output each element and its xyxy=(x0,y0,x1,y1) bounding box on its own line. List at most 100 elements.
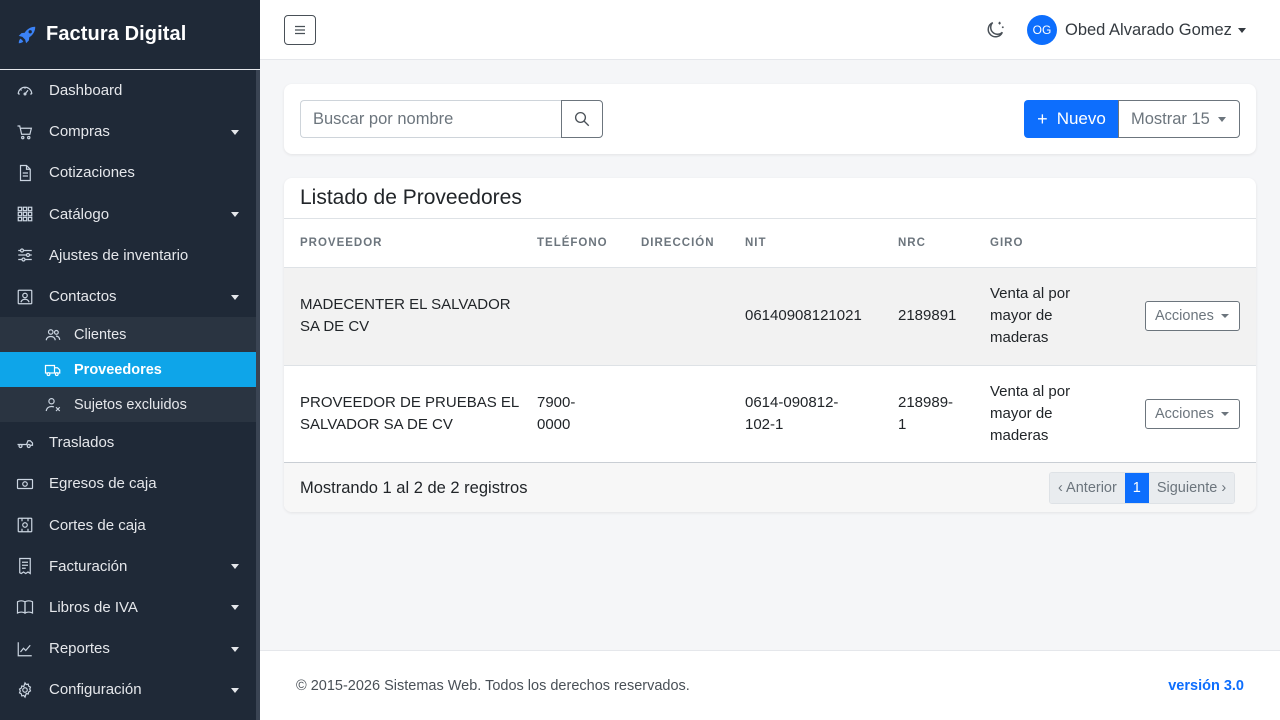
sidebar-item-cortes-caja[interactable]: Cortes de caja xyxy=(0,505,256,546)
cell-text: mayor de xyxy=(990,307,1053,324)
actions-label: Acciones xyxy=(1155,406,1214,422)
search-input[interactable] xyxy=(300,100,562,138)
sidebar-item-label: Ajustes de inventario xyxy=(49,246,189,264)
chevron-down-icon xyxy=(1237,27,1246,33)
moon-icon[interactable] xyxy=(984,19,1006,41)
brand[interactable]: Factura Digital xyxy=(0,0,260,70)
sidebar-item-label: Compras xyxy=(49,123,110,141)
cell-text: 2189891 xyxy=(898,307,957,324)
sidebar-item-label: Traslados xyxy=(49,434,115,452)
column-header-telefono[interactable]: TELÉFONO xyxy=(537,237,608,249)
cell-text: SA DE CV xyxy=(300,318,370,335)
receipt-icon xyxy=(16,557,34,575)
sidebar-item-label: Libros de IVA xyxy=(49,598,138,616)
column-header-nrc[interactable]: NRC xyxy=(898,237,926,249)
sidebar-item-label: Egresos de caja xyxy=(49,475,157,493)
cell-text: Venta al por xyxy=(990,383,1071,400)
sidebar-menu: Dashboard Compras Cotizaciones Catálogo xyxy=(0,70,256,710)
cell-text: maderas xyxy=(990,329,1049,346)
topbar: OG Obed Alvarado Gomez xyxy=(260,0,1280,60)
sidebar-subitem-sujetos-excluidos[interactable]: Sujetos excluidos xyxy=(0,387,256,422)
app-title: Factura Digital xyxy=(46,23,187,45)
person-x-icon xyxy=(44,396,62,414)
user-menu[interactable]: OG Obed Alvarado Gomez xyxy=(1027,15,1246,45)
cell-text: PROVEEDOR DE PRUEBAS EL xyxy=(300,394,520,411)
sidebar-item-facturacion[interactable]: Facturación xyxy=(0,546,256,587)
sidebar-item-label: Contactos xyxy=(49,288,117,306)
chart-icon xyxy=(16,640,34,658)
actions-dropdown-button[interactable]: Acciones xyxy=(1145,399,1240,429)
sidebar-item-reportes[interactable]: Reportes xyxy=(0,628,256,669)
sidebar-item-traslados[interactable]: Traslados xyxy=(0,422,256,463)
divider xyxy=(284,218,1256,219)
page-size-dropdown[interactable]: Mostrar 15 xyxy=(1118,100,1240,138)
rocket-icon xyxy=(18,26,36,43)
column-header-proveedor[interactable]: PROVEEDOR xyxy=(300,237,383,249)
sidebar-item-label: Facturación xyxy=(49,557,128,575)
gear-icon xyxy=(16,681,34,699)
sidebar-item-compras[interactable]: Compras xyxy=(0,111,256,152)
cash-cut-icon xyxy=(16,516,34,534)
sidebar-item-libros-iva[interactable]: Libros de IVA xyxy=(0,587,256,628)
menu-icon xyxy=(295,25,305,35)
chevron-down-icon xyxy=(231,129,239,135)
table-row[interactable]: PROVEEDOR DE PRUEBAS EL SALVADOR SA DE C… xyxy=(284,365,1256,463)
sidebar-item-egresos-caja[interactable]: Egresos de caja xyxy=(0,463,256,504)
people-icon xyxy=(44,326,62,344)
sidebar-item-catalogo[interactable]: Catálogo xyxy=(0,194,256,235)
cell-nit: 0614-090812- 102-1 xyxy=(745,392,838,436)
records-info: Mostrando 1 al 2 de 2 registros xyxy=(300,479,528,497)
actions-dropdown-button[interactable]: Acciones xyxy=(1145,301,1240,331)
sidebar-toggle-button[interactable] xyxy=(284,15,316,45)
pagination: ‹ Anterior 1 Siguiente › xyxy=(1049,472,1236,504)
sidebar-item-label: Reportes xyxy=(49,640,110,658)
sidebar-item-contactos[interactable]: Contactos xyxy=(0,276,256,317)
pagination-page[interactable]: 1 xyxy=(1124,473,1149,503)
sidebar-item-label: Cotizaciones xyxy=(49,164,135,182)
column-header-nit[interactable]: NIT xyxy=(745,237,767,249)
search-button[interactable] xyxy=(561,100,603,138)
cell-text: mayor de xyxy=(990,405,1053,422)
user-name: Obed Alvarado Gomez xyxy=(1065,20,1232,39)
cell-nrc: 218989- 1 xyxy=(898,392,953,436)
suppliers-table-card: Listado de Proveedores PROVEEDOR TELÉFON… xyxy=(284,178,1256,512)
sidebar-subitem-proveedores[interactable]: Proveedores xyxy=(0,352,256,388)
new-button[interactable]: + Nuevo xyxy=(1024,100,1119,138)
pagination-next[interactable]: Siguiente › xyxy=(1148,473,1235,503)
cell-proveedor: PROVEEDOR DE PRUEBAS EL SALVADOR SA DE C… xyxy=(300,392,519,436)
sidebar-subitem-clientes[interactable]: Clientes xyxy=(0,317,256,352)
cell-giro: Venta al por mayor de maderas xyxy=(990,381,1070,447)
document-icon xyxy=(16,164,34,182)
contactos-submenu: Clientes Proveedores Sujetos excluidos xyxy=(0,317,256,423)
plus-icon: + xyxy=(1037,108,1048,129)
chevron-down-icon xyxy=(231,687,239,693)
book-icon xyxy=(16,598,34,616)
cell-text: 0000 xyxy=(537,416,571,433)
sidebar-item-cotizaciones[interactable]: Cotizaciones xyxy=(0,152,256,193)
cart-icon xyxy=(16,123,34,141)
page-footer: © 2015-2026 Sistemas Web. Todos los dere… xyxy=(260,650,1280,720)
cell-text: 1 xyxy=(898,416,907,433)
sidebar-item-ajustes-inventario[interactable]: Ajustes de inventario xyxy=(0,235,256,276)
sidebar-item-dashboard[interactable]: Dashboard xyxy=(0,70,256,111)
column-header-direccion[interactable]: DIRECCIÓN xyxy=(641,237,715,249)
chevron-down-icon xyxy=(1220,314,1229,318)
pagination-prev[interactable]: ‹ Anterior xyxy=(1050,473,1125,503)
cell-text: 102-1 xyxy=(745,416,784,433)
chevron-down-icon xyxy=(231,212,239,218)
sidebar-scrollbar[interactable] xyxy=(256,70,260,720)
sliders-icon xyxy=(16,246,34,264)
sidebar-item-label: Catálogo xyxy=(49,205,110,223)
cell-text: MADECENTER EL SALVADOR xyxy=(300,296,511,313)
chevron-down-icon xyxy=(231,564,239,570)
column-header-giro[interactable]: GIRO xyxy=(990,237,1023,249)
table-title: Listado de Proveedores xyxy=(300,186,522,209)
cash-icon xyxy=(16,475,34,493)
table-footer: Mostrando 1 al 2 de 2 registros ‹ Anteri… xyxy=(284,462,1256,512)
chevron-down-icon xyxy=(1217,116,1226,122)
table-row[interactable]: MADECENTER EL SALVADOR SA DE CV 06140908… xyxy=(284,267,1256,365)
sidebar-item-label: Dashboard xyxy=(49,82,123,100)
cell-text: SALVADOR SA DE CV xyxy=(300,416,453,433)
sidebar-item-configuracion[interactable]: Configuración xyxy=(0,669,256,710)
actions-label: Acciones xyxy=(1155,308,1214,324)
